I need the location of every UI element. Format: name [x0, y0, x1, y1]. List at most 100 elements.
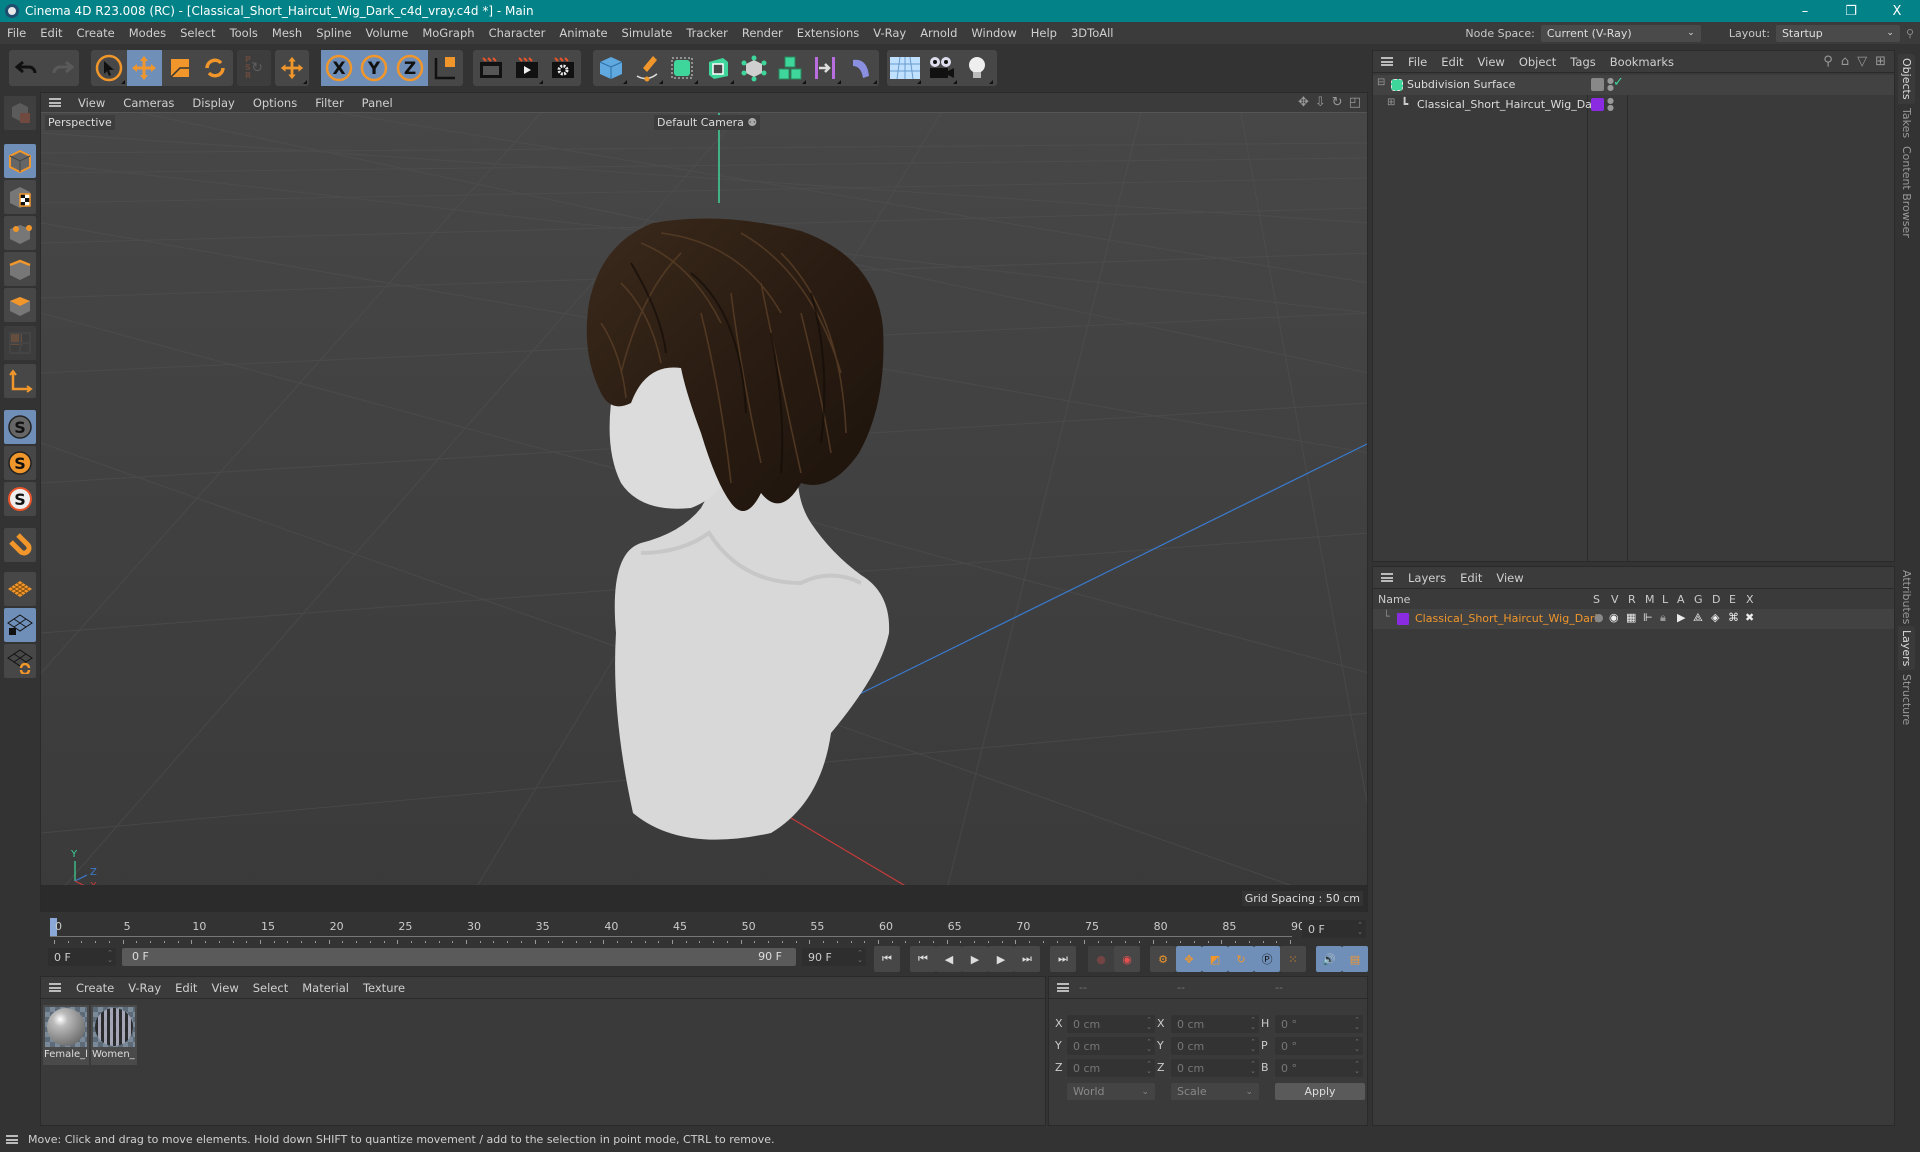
- object-menu-edit[interactable]: Edit: [1434, 55, 1470, 69]
- material-menu-select[interactable]: Select: [246, 981, 295, 995]
- viewport-menu-options[interactable]: Options: [244, 96, 306, 110]
- coordinates-menu-icon[interactable]: [1057, 983, 1069, 992]
- toggle-layout-icon[interactable]: ◰: [1349, 95, 1361, 110]
- generators-toggle-icon[interactable]: ⟁: [1693, 611, 1703, 625]
- mograph-cloner-icon[interactable]: [772, 50, 808, 86]
- layer-row[interactable]: └ Classical_Short_Haircut_Wig_Dark ● ◉ ▦…: [1373, 609, 1894, 629]
- snap-icon[interactable]: S: [4, 410, 36, 444]
- render-picture-viewer-icon[interactable]: [509, 50, 545, 86]
- y-axis-icon[interactable]: Y: [356, 50, 392, 86]
- key-parameter-icon[interactable]: Ⓟ: [1254, 946, 1280, 972]
- viewport-menu-panel[interactable]: Panel: [353, 96, 402, 110]
- material-menu-icon[interactable]: [49, 983, 61, 992]
- undo-icon[interactable]: [9, 50, 44, 86]
- polygon-mode-icon[interactable]: [4, 288, 36, 322]
- coordinate-system-icon[interactable]: [428, 50, 464, 86]
- previous-key-icon[interactable]: ⏮: [910, 946, 936, 972]
- search-icon[interactable]: ⚲: [1906, 27, 1914, 40]
- menu-modes[interactable]: Modes: [122, 26, 173, 40]
- last-tool-icon[interactable]: [275, 50, 309, 86]
- redo-icon[interactable]: [44, 50, 79, 86]
- size-x-field[interactable]: 0 cm ⌃ ⌄: [1171, 1015, 1259, 1033]
- object-menu-bookmarks[interactable]: Bookmarks: [1603, 55, 1681, 69]
- pen-spline-icon[interactable]: [629, 50, 665, 86]
- play-icon[interactable]: ▶: [962, 946, 988, 972]
- record-active-icon[interactable]: ●: [1088, 946, 1114, 972]
- deformer-icon[interactable]: [736, 50, 772, 86]
- rotation-p-field[interactable]: 0 ° ⌃ ⌄: [1275, 1037, 1363, 1055]
- menu-spline[interactable]: Spline: [309, 26, 358, 40]
- previous-frame-icon[interactable]: ◀: [936, 946, 962, 972]
- make-editable-icon[interactable]: [4, 96, 36, 130]
- menu-create[interactable]: Create: [70, 26, 122, 40]
- minimize-button[interactable]: –: [1782, 4, 1828, 19]
- menu-simulate[interactable]: Simulate: [615, 26, 680, 40]
- menu-mograph[interactable]: MoGraph: [415, 26, 481, 40]
- close-button[interactable]: X: [1874, 4, 1920, 19]
- viewport-menu-icon[interactable]: [49, 98, 61, 107]
- search-icon[interactable]: ⚲: [1823, 54, 1833, 69]
- current-frame-field[interactable]: 0 F ⌃ ⌄: [1302, 920, 1366, 938]
- z-axis-icon[interactable]: Z: [392, 50, 428, 86]
- material-menu-vray[interactable]: V-Ray: [121, 981, 168, 995]
- timeline-icon[interactable]: ▤: [1342, 946, 1368, 972]
- object-menu-file[interactable]: File: [1401, 55, 1434, 69]
- tab-structure[interactable]: Structure: [1898, 670, 1915, 729]
- tab-layers[interactable]: Layers: [1898, 626, 1915, 671]
- scale-mode-select[interactable]: Scale ⌄: [1171, 1083, 1259, 1100]
- keyframe-selection-icon[interactable]: ⚙: [1150, 946, 1176, 972]
- xrefs-toggle-icon[interactable]: ✖: [1745, 611, 1754, 624]
- menu-select[interactable]: Select: [173, 26, 222, 40]
- layer-menu-edit[interactable]: Edit: [1453, 571, 1489, 585]
- rotation-b-field[interactable]: 0 ° ⌃ ⌄: [1275, 1059, 1363, 1077]
- position-y-field[interactable]: 0 cm ⌃ ⌄: [1067, 1037, 1155, 1055]
- manager-toggle-icon[interactable]: ⊩: [1643, 611, 1653, 624]
- layer-color-swatch[interactable]: [1397, 613, 1409, 625]
- layer-color-swatch[interactable]: [1591, 98, 1604, 111]
- scale-icon[interactable]: [162, 50, 198, 86]
- material-item[interactable]: Female_l: [43, 1005, 89, 1065]
- key-point-level-icon[interactable]: ⁙: [1280, 946, 1306, 972]
- menu-extensions[interactable]: Extensions: [790, 26, 866, 40]
- tab-objects[interactable]: Objects: [1898, 54, 1915, 104]
- menu-file[interactable]: File: [0, 26, 33, 40]
- size-z-field[interactable]: 0 cm ⌃ ⌄: [1171, 1059, 1259, 1077]
- menu-window[interactable]: Window: [964, 26, 1023, 40]
- object-menu-icon[interactable]: [1381, 57, 1393, 66]
- lock-toggle-icon[interactable]: 🔒︎: [1660, 611, 1666, 625]
- extrude-icon[interactable]: [700, 50, 736, 86]
- layout-dropdown[interactable]: Startup ⌄: [1775, 24, 1900, 42]
- rotation-h-field[interactable]: 0 ° ⌃ ⌄: [1275, 1015, 1363, 1033]
- object-menu-tags[interactable]: Tags: [1563, 55, 1602, 69]
- object-row-wig[interactable]: ⊞ ┗ Classical_Short_Haircut_Wig_Dark ● ●: [1373, 95, 1894, 115]
- next-key-icon[interactable]: ⏭: [1014, 946, 1040, 972]
- menu-arnold[interactable]: Arnold: [913, 26, 964, 40]
- visible-toggle-icon[interactable]: ◉: [1609, 611, 1619, 624]
- material-menu-view[interactable]: View: [204, 981, 245, 995]
- tab-takes[interactable]: Takes: [1898, 104, 1915, 142]
- object-menu-view[interactable]: View: [1471, 55, 1512, 69]
- workplane-icon[interactable]: [4, 572, 36, 606]
- render-toggle-icon[interactable]: ▦: [1626, 611, 1636, 624]
- snap-alt-icon[interactable]: S: [4, 482, 36, 516]
- viewport-menu-filter[interactable]: Filter: [306, 96, 352, 110]
- material-menu-create[interactable]: Create: [69, 981, 121, 995]
- home-icon[interactable]: ⌂: [1841, 54, 1849, 69]
- coordinate-mode-select[interactable]: World ⌄: [1067, 1083, 1155, 1100]
- viewport-canvas[interactable]: Perspective Default Camera ⚉ Y Z X Grid …: [41, 113, 1367, 913]
- key-position-icon[interactable]: ✥: [1176, 946, 1202, 972]
- rotate-view-icon[interactable]: ↻: [1332, 95, 1343, 110]
- sound-icon[interactable]: 🔊: [1316, 946, 1342, 972]
- subdivision-icon[interactable]: [665, 50, 701, 86]
- object-row-subdivision-surface[interactable]: ⊟ Subdivision Surface ● ● ✓: [1373, 75, 1894, 95]
- menu-tracker[interactable]: Tracker: [679, 26, 735, 40]
- zoom-view-icon[interactable]: ⇩: [1315, 95, 1326, 110]
- menu-edit[interactable]: Edit: [33, 26, 69, 40]
- menu-help[interactable]: Help: [1024, 26, 1064, 40]
- floor-icon[interactable]: [887, 50, 923, 86]
- go-to-end-icon[interactable]: ⏭: [1050, 946, 1076, 972]
- viewport-menu-cameras[interactable]: Cameras: [114, 96, 183, 110]
- solo-toggle-icon[interactable]: ●: [1594, 611, 1604, 624]
- menu-render[interactable]: Render: [735, 26, 790, 40]
- camera-icon[interactable]: [923, 50, 959, 86]
